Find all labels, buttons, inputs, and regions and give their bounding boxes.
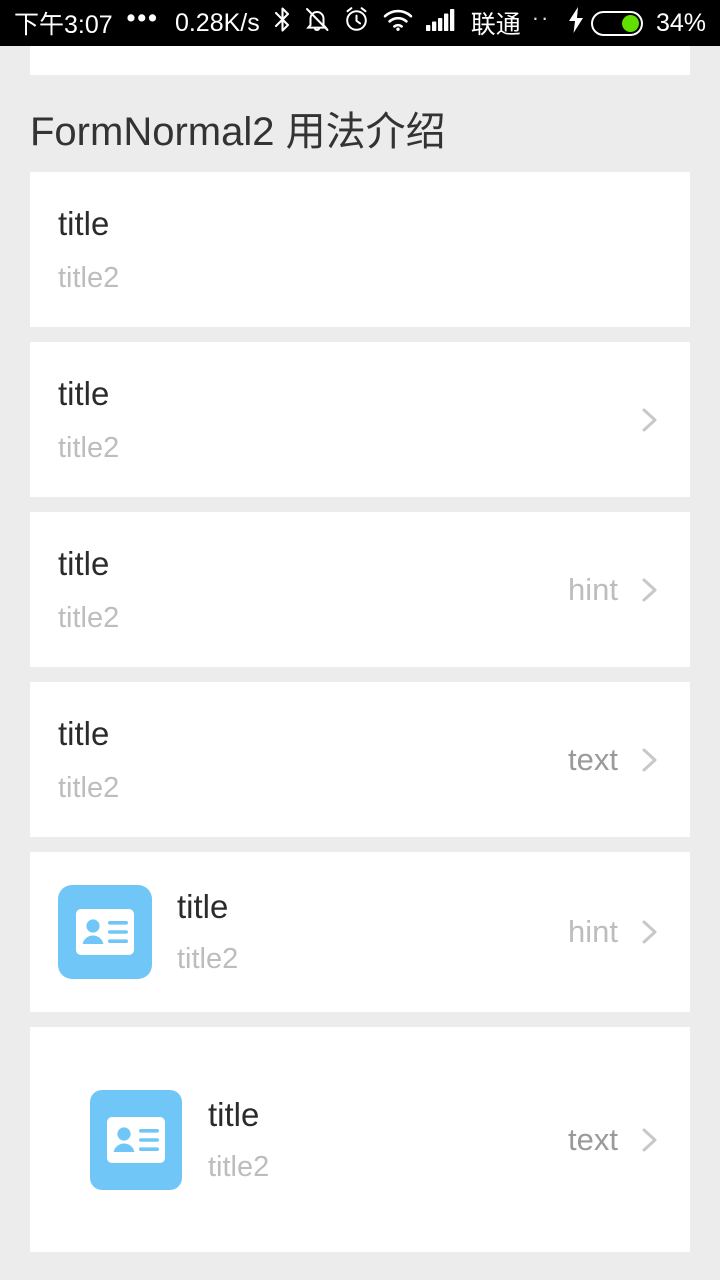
row-subtitle: title2	[177, 943, 239, 975]
form-row-4[interactable]: title title2 text	[30, 682, 690, 837]
status-time: 下午3:07	[14, 11, 113, 39]
row-title: title	[58, 714, 110, 752]
row-value[interactable]: hint	[568, 572, 618, 608]
chevron-right-icon[interactable]	[636, 919, 662, 945]
partial-card-above[interactable]	[30, 46, 690, 75]
form-row-5[interactable]: title title2 hint	[30, 852, 690, 1012]
vibrate-off-icon	[304, 6, 330, 40]
chevron-right-icon[interactable]	[636, 747, 662, 773]
sim-dots-icon: ··	[531, 5, 551, 30]
row-value[interactable]: text	[568, 742, 618, 778]
battery-percent-label: 34%	[655, 8, 706, 37]
signal-icon	[425, 8, 458, 39]
row-title: title	[58, 204, 110, 242]
wifi-icon	[383, 8, 413, 39]
status-bar: 下午3:07 ••• 0.28K/s 联通 ·· 34%	[0, 0, 720, 46]
row-title: title	[58, 374, 110, 412]
contact-card-icon	[90, 1089, 182, 1190]
row-accessory[interactable]: text	[568, 742, 662, 778]
row-accessory[interactable]: hint	[568, 572, 662, 608]
scroll-content[interactable]: FormNormal2 用法介绍 title title2 title titl…	[0, 46, 720, 1280]
row-accessory[interactable]: text	[568, 1122, 662, 1158]
chevron-right-icon[interactable]	[636, 577, 662, 603]
page-title: FormNormal2 用法介绍	[30, 110, 446, 154]
contact-card-icon	[58, 885, 152, 979]
alarm-icon	[343, 6, 370, 40]
row-accessory[interactable]: hint	[568, 914, 662, 950]
form-row-2[interactable]: title title2	[30, 342, 690, 497]
bluetooth-icon	[274, 6, 291, 40]
form-row-3[interactable]: title title2 hint	[30, 512, 690, 667]
chevron-right-icon[interactable]	[636, 407, 662, 433]
lightning-bolt-icon	[568, 6, 584, 40]
chevron-right-icon[interactable]	[636, 1127, 662, 1153]
row-subtitle: title2	[58, 261, 120, 294]
battery-icon	[590, 10, 643, 36]
row-title: title	[208, 1095, 260, 1133]
network-speed-label: 0.28K/s	[174, 8, 260, 37]
form-row-6[interactable]: title title2 text	[30, 1027, 690, 1252]
status-icon-group	[274, 6, 458, 40]
row-subtitle: title2	[58, 771, 120, 804]
row-value[interactable]: hint	[568, 914, 618, 950]
row-subtitle: title2	[58, 601, 120, 634]
row-subtitle: title2	[58, 431, 120, 464]
notification-overflow-dots-icon: •••	[126, 3, 159, 32]
row-value[interactable]: text	[568, 1122, 618, 1158]
carrier-label: 联通	[470, 11, 521, 39]
battery-group: 34%	[568, 6, 706, 40]
form-row-1[interactable]: title title2	[30, 172, 690, 327]
row-title: title	[177, 888, 229, 925]
row-subtitle: title2	[208, 1150, 270, 1183]
row-accessory[interactable]	[618, 407, 662, 433]
row-title: title	[58, 544, 110, 582]
